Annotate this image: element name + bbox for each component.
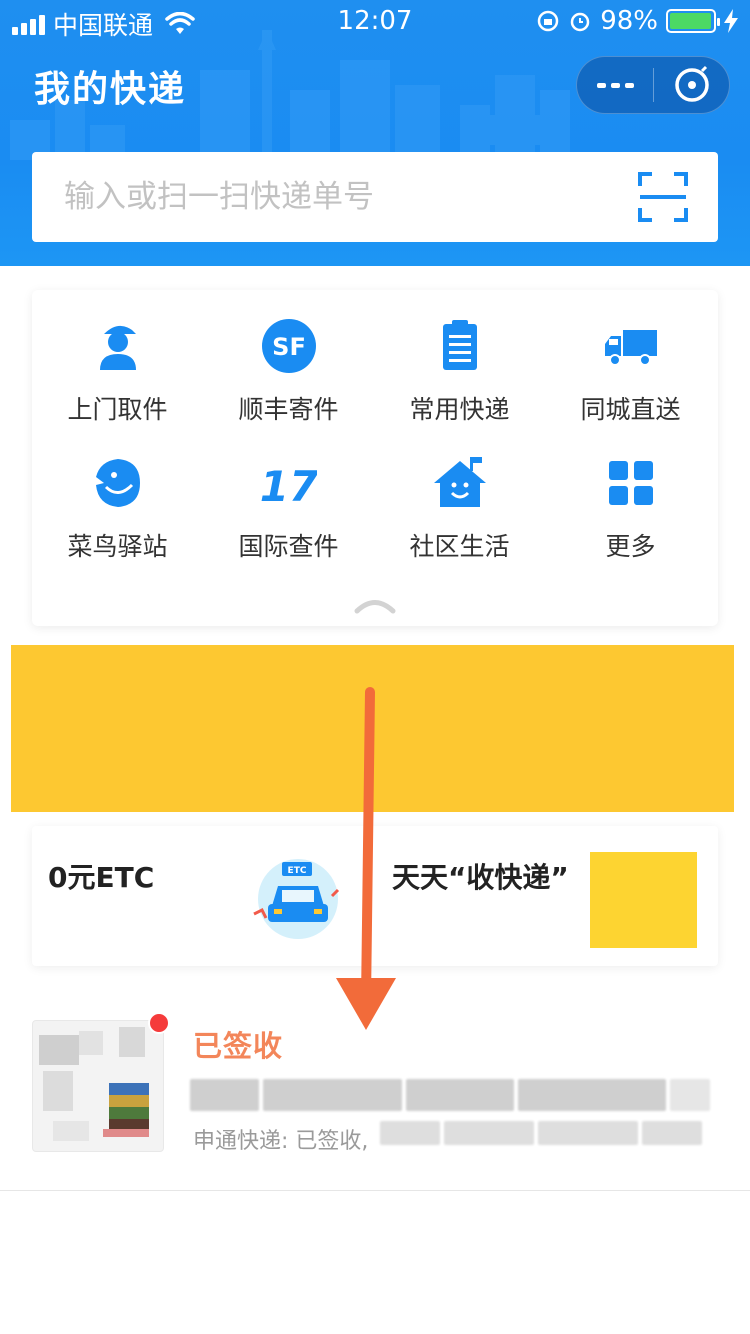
search-box xyxy=(32,152,718,242)
close-miniprogram-button[interactable] xyxy=(654,65,729,105)
international-17-icon: 17 xyxy=(261,462,317,511)
service-label: 菜鸟驿站 xyxy=(67,532,168,561)
service-more[interactable]: 更多 xyxy=(545,455,716,575)
service-door-pickup[interactable]: 上门取件 xyxy=(32,318,203,438)
svg-text:ETC: ETC xyxy=(288,866,307,876)
service-label: 同城直送 xyxy=(580,395,681,424)
alarm-icon xyxy=(570,12,590,32)
scan-icon[interactable] xyxy=(638,172,688,222)
promo-card: 0元ETC ETC 天天“收快递” xyxy=(32,826,718,966)
service-common-couriers[interactable]: 常用快递 xyxy=(374,318,545,438)
parcel-description: 申通快递: 已签收, xyxy=(193,1129,369,1154)
promo-thumbnail[interactable] xyxy=(590,852,697,948)
service-sf-express[interactable]: SF 顺丰寄件 xyxy=(203,318,374,438)
rotation-lock-icon xyxy=(537,10,559,32)
grid-more-icon xyxy=(609,461,653,505)
service-label: 常用快递 xyxy=(409,395,510,424)
unread-badge xyxy=(148,1012,170,1034)
chevron-up-icon[interactable] xyxy=(353,596,397,614)
close-circle-icon xyxy=(674,65,709,102)
clipboard-list-icon xyxy=(443,320,477,370)
community-house-icon xyxy=(434,457,486,507)
service-label: 国际查件 xyxy=(238,532,339,561)
charging-bolt-icon xyxy=(724,9,738,33)
svg-text:17: 17 xyxy=(261,462,317,511)
service-label: 社区生活 xyxy=(409,532,510,561)
service-international-tracking[interactable]: 17 国际查件 xyxy=(203,455,374,575)
dot-icon xyxy=(596,82,606,88)
more-menu-button[interactable] xyxy=(577,57,653,113)
service-cainiao-station[interactable]: 菜鸟驿站 xyxy=(32,455,203,575)
promo-banner[interactable] xyxy=(11,645,734,812)
parcel-thumbnail xyxy=(32,1020,164,1152)
parcel-list-item[interactable]: 已签收 申通快递: 已签收, xyxy=(0,995,750,1191)
truck-icon xyxy=(605,330,657,366)
dot-icon xyxy=(610,82,620,88)
dot-icon xyxy=(624,82,634,88)
etc-car-icon[interactable]: ETC xyxy=(248,854,344,944)
service-label: 上门取件 xyxy=(67,395,168,424)
miniprogram-capsule xyxy=(576,56,730,114)
battery-icon xyxy=(666,9,720,33)
header: 中国联通 12:07 98% 我的快递 xyxy=(0,0,750,266)
service-label: 更多 xyxy=(605,532,656,561)
sf-express-icon: SF xyxy=(262,319,316,373)
service-label: 顺丰寄件 xyxy=(238,395,339,424)
etc-promo-title[interactable]: 0元ETC xyxy=(48,856,154,896)
parcel-status: 已签收 xyxy=(193,1029,284,1063)
service-same-city-delivery[interactable]: 同城直送 xyxy=(545,318,716,438)
page-title: 我的快递 xyxy=(34,69,187,110)
tracking-number-input[interactable] xyxy=(64,152,624,242)
cainiao-bird-icon xyxy=(96,459,140,507)
services-grid: 上门取件 SF 顺丰寄件 常用快递 同城直送 菜鸟驿站 17 国际查件 社区生活… xyxy=(32,290,718,626)
courier-pickup-icon xyxy=(100,325,136,370)
svg-text:SF: SF xyxy=(272,333,306,361)
battery-percent: 98% xyxy=(600,6,658,36)
service-community-life[interactable]: 社区生活 xyxy=(374,455,545,575)
receive-parcel-promo-title[interactable]: 天天“收快递” xyxy=(392,856,569,896)
status-bar: 中国联通 12:07 98% xyxy=(0,0,750,40)
redacted-parcel-detail xyxy=(380,1121,710,1145)
redacted-parcel-title xyxy=(190,1079,710,1111)
